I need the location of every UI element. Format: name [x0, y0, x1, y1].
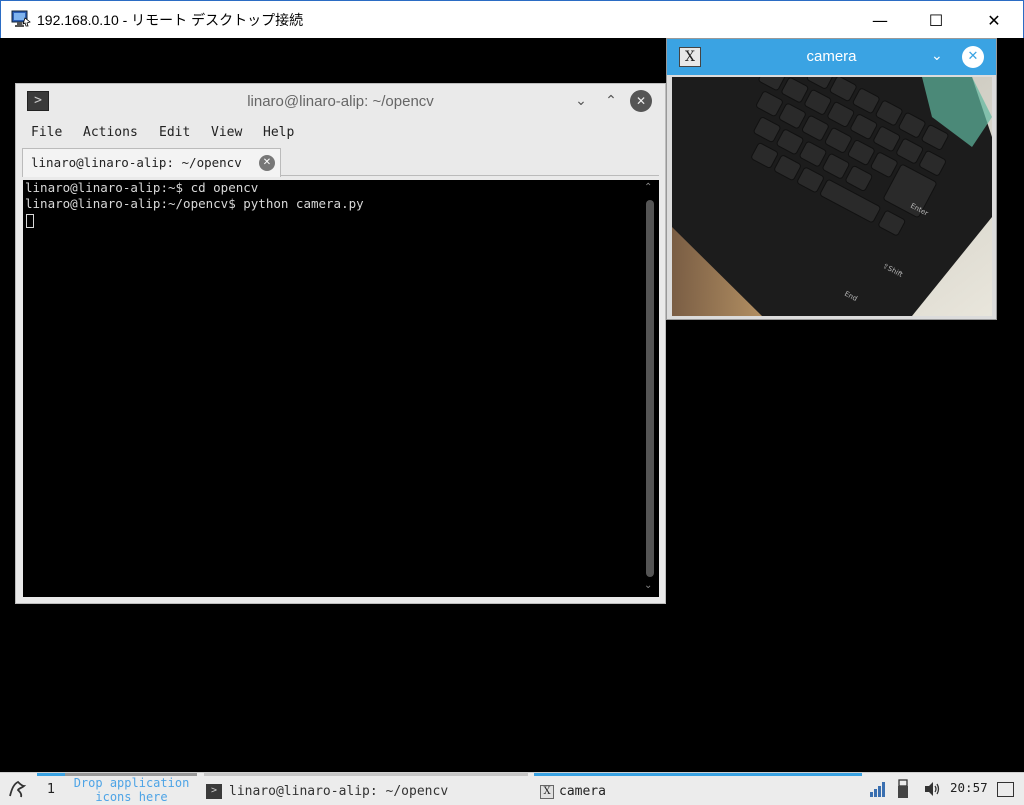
drop-text-line-1: Drop application	[73, 776, 190, 790]
taskbar-task-terminal[interactable]: > linaro@linaro-alip: ~/opencv	[204, 773, 528, 805]
drop-text-line-2: icons here	[95, 790, 168, 804]
launcher-drop-area[interactable]: Drop application icons here	[64, 776, 199, 804]
chevron-down-icon[interactable]: ⌄	[931, 48, 943, 64]
camera-titlebar[interactable]: X camera ⌄ ✕	[667, 39, 996, 75]
x11-icon: X	[540, 785, 554, 799]
terminal-line: linaro@linaro-alip:~/opencv$ python came…	[25, 196, 364, 211]
camera-window-title: camera	[806, 48, 857, 65]
terminal-line: linaro@linaro-alip:~$ cd opencv	[25, 180, 259, 195]
terminal-tab[interactable]: linaro@linaro-alip: ~/opencv ✕	[22, 148, 281, 177]
task-camera-label: camera	[559, 784, 606, 799]
menu-view[interactable]: View	[211, 125, 242, 140]
scroll-up-icon[interactable]: ⌃	[644, 182, 652, 193]
lxde-menu-icon[interactable]	[6, 778, 28, 800]
rdp-titlebar: 192.168.0.10 - リモート デスクトップ接続 — ☐ ✕	[0, 0, 1024, 38]
taskbar-task-camera[interactable]: X camera	[534, 773, 862, 805]
menu-help[interactable]: Help	[263, 125, 294, 140]
close-icon[interactable]: ✕	[962, 46, 984, 68]
scroll-down-icon[interactable]: ⌄	[644, 580, 652, 591]
task-terminal-label: linaro@linaro-alip: ~/opencv	[229, 784, 449, 799]
tab-close-icon[interactable]: ✕	[259, 155, 275, 171]
remote-desktop-icon	[11, 10, 31, 27]
menu-file[interactable]: File	[31, 125, 62, 140]
show-desktop-icon[interactable]	[997, 782, 1014, 797]
menu-actions[interactable]: Actions	[83, 125, 138, 140]
terminal-window-title: linaro@linaro-alip: ~/opencv	[247, 93, 434, 110]
scrollbar-thumb[interactable]	[646, 200, 654, 577]
rdp-window-title: 192.168.0.10 - リモート デスクトップ接続	[37, 12, 304, 28]
camera-window[interactable]: X camera ⌄ ✕ Enter ⇧Shift End	[666, 38, 997, 320]
terminal-screen[interactable]: linaro@linaro-alip:~$ cd opencv linaro@l…	[23, 180, 659, 597]
clock[interactable]: 20:57	[950, 780, 988, 795]
task-indicator	[534, 773, 862, 776]
terminal-titlebar[interactable]: > linaro@linaro-alip: ~/opencv ⌄ ⌃ ✕	[16, 84, 665, 118]
chevron-down-icon[interactable]: ⌄	[570, 90, 592, 112]
volume-icon[interactable]	[924, 781, 942, 797]
desktop-indicator-bar	[37, 773, 65, 776]
terminal-icon: >	[206, 784, 222, 799]
keyboard-photo: Enter ⇧Shift End	[672, 77, 992, 316]
terminal-menubar: File Actions Edit View Help	[16, 122, 665, 144]
network-icon[interactable]	[869, 781, 887, 797]
menu-edit[interactable]: Edit	[159, 125, 190, 140]
maximize-button[interactable]: ☐	[907, 1, 965, 39]
chevron-up-icon[interactable]: ⌃	[600, 90, 622, 112]
taskbar: 1 Drop application icons here > linaro@l…	[0, 772, 1024, 805]
close-button[interactable]: ✕	[965, 1, 1023, 39]
close-icon[interactable]: ✕	[630, 90, 652, 112]
camera-feed: Enter ⇧Shift End	[672, 77, 992, 316]
terminal-window[interactable]: > linaro@linaro-alip: ~/opencv ⌄ ⌃ ✕ Fil…	[15, 83, 666, 604]
usb-icon[interactable]	[897, 779, 909, 799]
terminal-tabbar: linaro@linaro-alip: ~/opencv ✕	[22, 148, 659, 177]
terminal-scrollbar[interactable]: ⌃ ⌄	[641, 180, 659, 597]
task-indicator	[204, 773, 528, 776]
terminal-tab-label: linaro@linaro-alip: ~/opencv	[31, 155, 242, 170]
desktop-number[interactable]: 1	[47, 782, 55, 797]
terminal-cursor	[26, 214, 34, 228]
minimize-button[interactable]: —	[851, 1, 909, 39]
